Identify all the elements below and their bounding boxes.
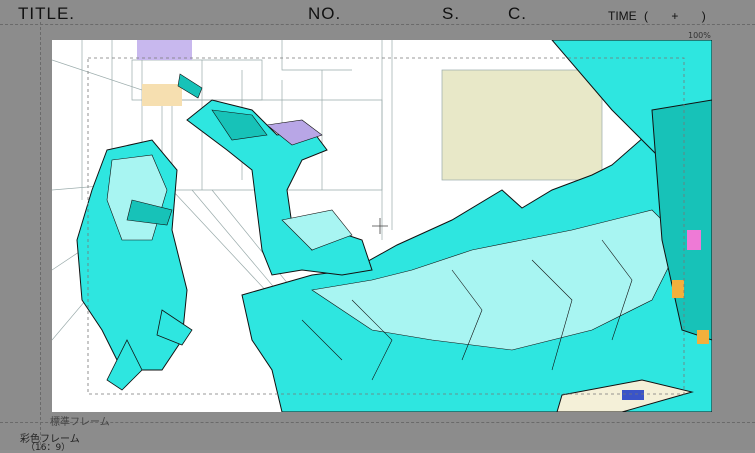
time-close-paren: ): [701, 9, 706, 23]
blue-patch: [622, 390, 644, 400]
orange-block-2: [697, 330, 709, 344]
purple-tile: [137, 40, 192, 60]
center-crosshair: [372, 218, 388, 234]
aspect-ratio-label: （16：9）: [26, 443, 71, 453]
layout-sheet: TITLE. NO. S. C. TIME ( + ) 100% 標準フレーム …: [0, 0, 755, 453]
title-label: TITLE.: [18, 4, 76, 23]
cut-label: C.: [508, 4, 527, 23]
pink-block: [687, 230, 701, 250]
orange-block: [672, 280, 684, 298]
guide-line-bottom: [0, 422, 755, 423]
time-plus: +: [671, 9, 679, 23]
wall-panel: [441, 69, 603, 181]
standard-frame-label: 標準フレーム: [50, 417, 110, 428]
corner-mark: 100%: [688, 31, 711, 40]
artwork-frame: [52, 40, 712, 412]
scene-label: S.: [442, 4, 461, 23]
layout-artwork: [52, 40, 712, 412]
time-label: TIME: [608, 9, 637, 23]
time-open-paren: (: [644, 9, 649, 23]
guide-line-top: [0, 24, 755, 25]
time-field: TIME ( + ): [608, 9, 710, 23]
guide-line-left: [40, 22, 41, 450]
orange-tile: [142, 84, 182, 106]
number-label: NO.: [308, 4, 342, 23]
